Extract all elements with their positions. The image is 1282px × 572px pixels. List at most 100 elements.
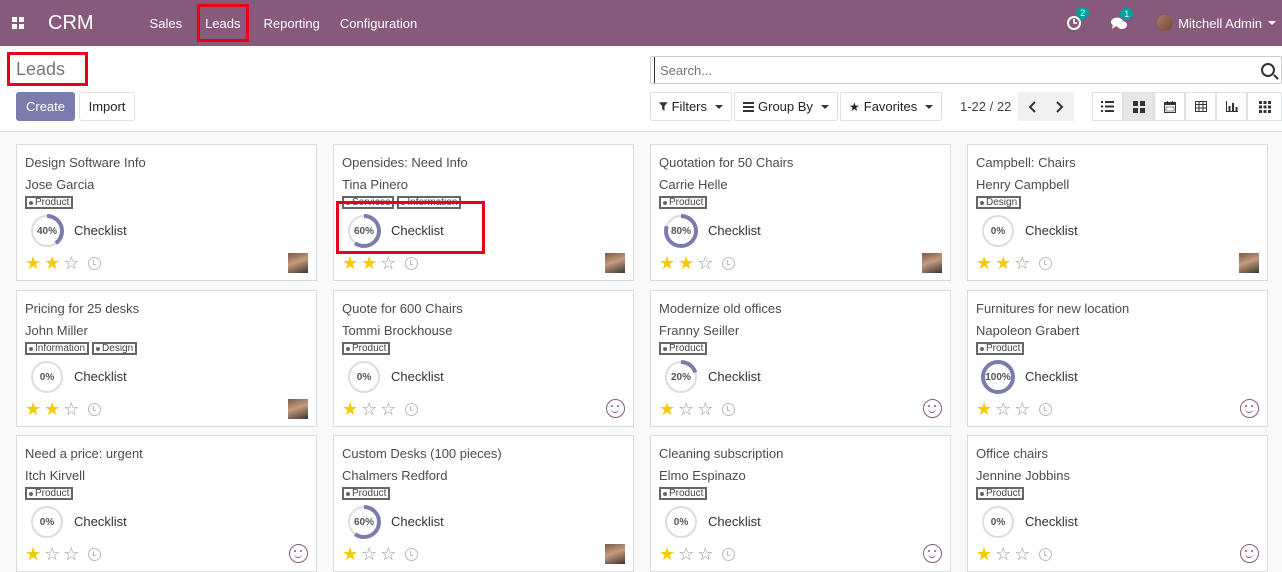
priority-star-icon[interactable]: ★ [44, 254, 60, 272]
lead-card[interactable]: Design Software Info Jose Garcia Product… [16, 144, 317, 281]
favorites-button[interactable]: ★ Favorites [840, 92, 942, 121]
priority-star-icon[interactable]: ☆ [361, 400, 377, 418]
clock-icon[interactable] [1039, 548, 1053, 561]
lead-card[interactable]: Furnitures for new location Napoleon Gra… [967, 290, 1268, 427]
menu-sales[interactable]: Sales [140, 0, 193, 46]
pager-previous-button[interactable] [1018, 92, 1046, 121]
clock-icon[interactable] [88, 257, 102, 270]
clock-icon[interactable] [722, 257, 736, 270]
clock-icon[interactable] [88, 548, 102, 561]
group-by-button[interactable]: Group By [734, 92, 838, 121]
priority-star-icon[interactable]: ★ [659, 254, 675, 272]
smiley-icon[interactable] [289, 544, 308, 563]
checklist-label[interactable]: Checklist [1025, 514, 1078, 529]
checklist-label[interactable]: Checklist [1025, 223, 1078, 238]
smiley-icon[interactable] [923, 544, 942, 563]
priority-star-icon[interactable]: ☆ [697, 400, 713, 418]
priority-star-icon[interactable]: ★ [44, 400, 60, 418]
smiley-icon[interactable] [1240, 399, 1259, 418]
smiley-icon[interactable] [606, 399, 625, 418]
checklist-label[interactable]: Checklist [708, 514, 761, 529]
lead-card[interactable]: Pricing for 25 desks John Miller Informa… [16, 290, 317, 427]
priority-star-icon[interactable]: ☆ [380, 254, 396, 272]
filters-button[interactable]: Filters [650, 92, 732, 121]
salesperson-avatar[interactable] [288, 399, 308, 419]
messaging-button[interactable]: 1 [1111, 7, 1134, 30]
smiley-icon[interactable] [1240, 544, 1259, 563]
checklist-label[interactable]: Checklist [74, 514, 127, 529]
lead-card[interactable]: Cleaning subscription Elmo Espinazo Prod… [650, 435, 951, 572]
pager-value[interactable]: 1-22 / 22 [960, 99, 1011, 114]
checklist-label[interactable]: Checklist [391, 369, 444, 384]
checklist-label[interactable]: Checklist [74, 223, 127, 238]
clock-icon[interactable] [722, 548, 736, 561]
priority-star-icon[interactable]: ☆ [63, 545, 79, 563]
list-view-button[interactable] [1092, 92, 1123, 121]
pivot-view-button[interactable] [1185, 92, 1216, 121]
priority-star-icon[interactable]: ☆ [697, 254, 713, 272]
salesperson-avatar[interactable] [1239, 253, 1259, 273]
priority-star-icon[interactable]: ☆ [361, 545, 377, 563]
graph-view-button[interactable] [1216, 92, 1247, 121]
priority-star-icon[interactable]: ★ [659, 400, 675, 418]
priority-star-icon[interactable]: ☆ [995, 400, 1011, 418]
lead-card[interactable]: Campbell: Chairs Henry Campbell Design 0… [967, 144, 1268, 281]
menu-leads[interactable]: Leads [197, 4, 249, 42]
priority-star-icon[interactable]: ★ [659, 545, 675, 563]
priority-star-icon[interactable]: ★ [361, 254, 377, 272]
clock-icon[interactable] [405, 548, 419, 561]
clock-icon[interactable] [405, 403, 419, 416]
priority-star-icon[interactable]: ☆ [995, 545, 1011, 563]
lead-card[interactable]: Quote for 600 Chairs Tommi Brockhouse Pr… [333, 290, 634, 427]
pager-next-button[interactable] [1046, 92, 1074, 121]
search-icon[interactable] [1261, 63, 1275, 77]
menu-configuration[interactable]: Configuration [330, 0, 427, 46]
checklist-label[interactable]: Checklist [1025, 369, 1078, 384]
priority-star-icon[interactable]: ★ [25, 400, 41, 418]
priority-star-icon[interactable]: ★ [976, 254, 992, 272]
smiley-icon[interactable] [923, 399, 942, 418]
checklist-label[interactable]: Checklist [391, 514, 444, 529]
priority-star-icon[interactable]: ☆ [1014, 254, 1030, 272]
clock-icon[interactable] [1039, 257, 1053, 270]
kanban-view-button[interactable] [1123, 92, 1154, 121]
menu-reporting[interactable]: Reporting [254, 0, 330, 46]
lead-card[interactable]: Need a price: urgent Itch Kirvell Produc… [16, 435, 317, 572]
salesperson-avatar[interactable] [605, 544, 625, 564]
lead-card[interactable]: Custom Desks (100 pieces) Chalmers Redfo… [333, 435, 634, 572]
priority-star-icon[interactable]: ★ [976, 400, 992, 418]
priority-star-icon[interactable]: ☆ [678, 545, 694, 563]
salesperson-avatar[interactable] [288, 253, 308, 273]
priority-star-icon[interactable]: ★ [976, 545, 992, 563]
lead-card[interactable]: Office chairs Jennine Jobbins Product 0%… [967, 435, 1268, 572]
priority-star-icon[interactable]: ☆ [1014, 400, 1030, 418]
priority-star-icon[interactable]: ★ [25, 254, 41, 272]
create-button[interactable]: Create [16, 92, 75, 121]
lead-card[interactable]: Quotation for 50 Chairs Carrie Helle Pro… [650, 144, 951, 281]
clock-icon[interactable] [1039, 403, 1053, 416]
apps-menu-icon[interactable] [0, 0, 36, 46]
activity-view-button[interactable] [1247, 92, 1282, 121]
priority-star-icon[interactable]: ☆ [44, 545, 60, 563]
priority-star-icon[interactable]: ☆ [63, 254, 79, 272]
priority-star-icon[interactable]: ★ [995, 254, 1011, 272]
salesperson-avatar[interactable] [605, 253, 625, 273]
priority-star-icon[interactable]: ☆ [380, 545, 396, 563]
import-button[interactable]: Import [79, 92, 135, 121]
lead-card[interactable]: Modernize old offices Franny Seiller Pro… [650, 290, 951, 427]
priority-star-icon[interactable]: ☆ [380, 400, 396, 418]
priority-star-icon[interactable]: ★ [678, 254, 694, 272]
checklist-label[interactable]: Checklist [74, 369, 127, 384]
priority-star-icon[interactable]: ★ [342, 254, 358, 272]
priority-star-icon[interactable]: ★ [25, 545, 41, 563]
activity-button[interactable]: 2 [1067, 7, 1090, 30]
salesperson-avatar[interactable] [922, 253, 942, 273]
clock-icon[interactable] [405, 257, 419, 270]
priority-star-icon[interactable]: ★ [342, 545, 358, 563]
checklist-label[interactable]: Checklist [708, 369, 761, 384]
app-brand[interactable]: CRM [48, 12, 94, 35]
priority-star-icon[interactable]: ☆ [678, 400, 694, 418]
priority-star-icon[interactable]: ☆ [63, 400, 79, 418]
checklist-label[interactable]: Checklist [708, 223, 761, 238]
clock-icon[interactable] [722, 403, 736, 416]
